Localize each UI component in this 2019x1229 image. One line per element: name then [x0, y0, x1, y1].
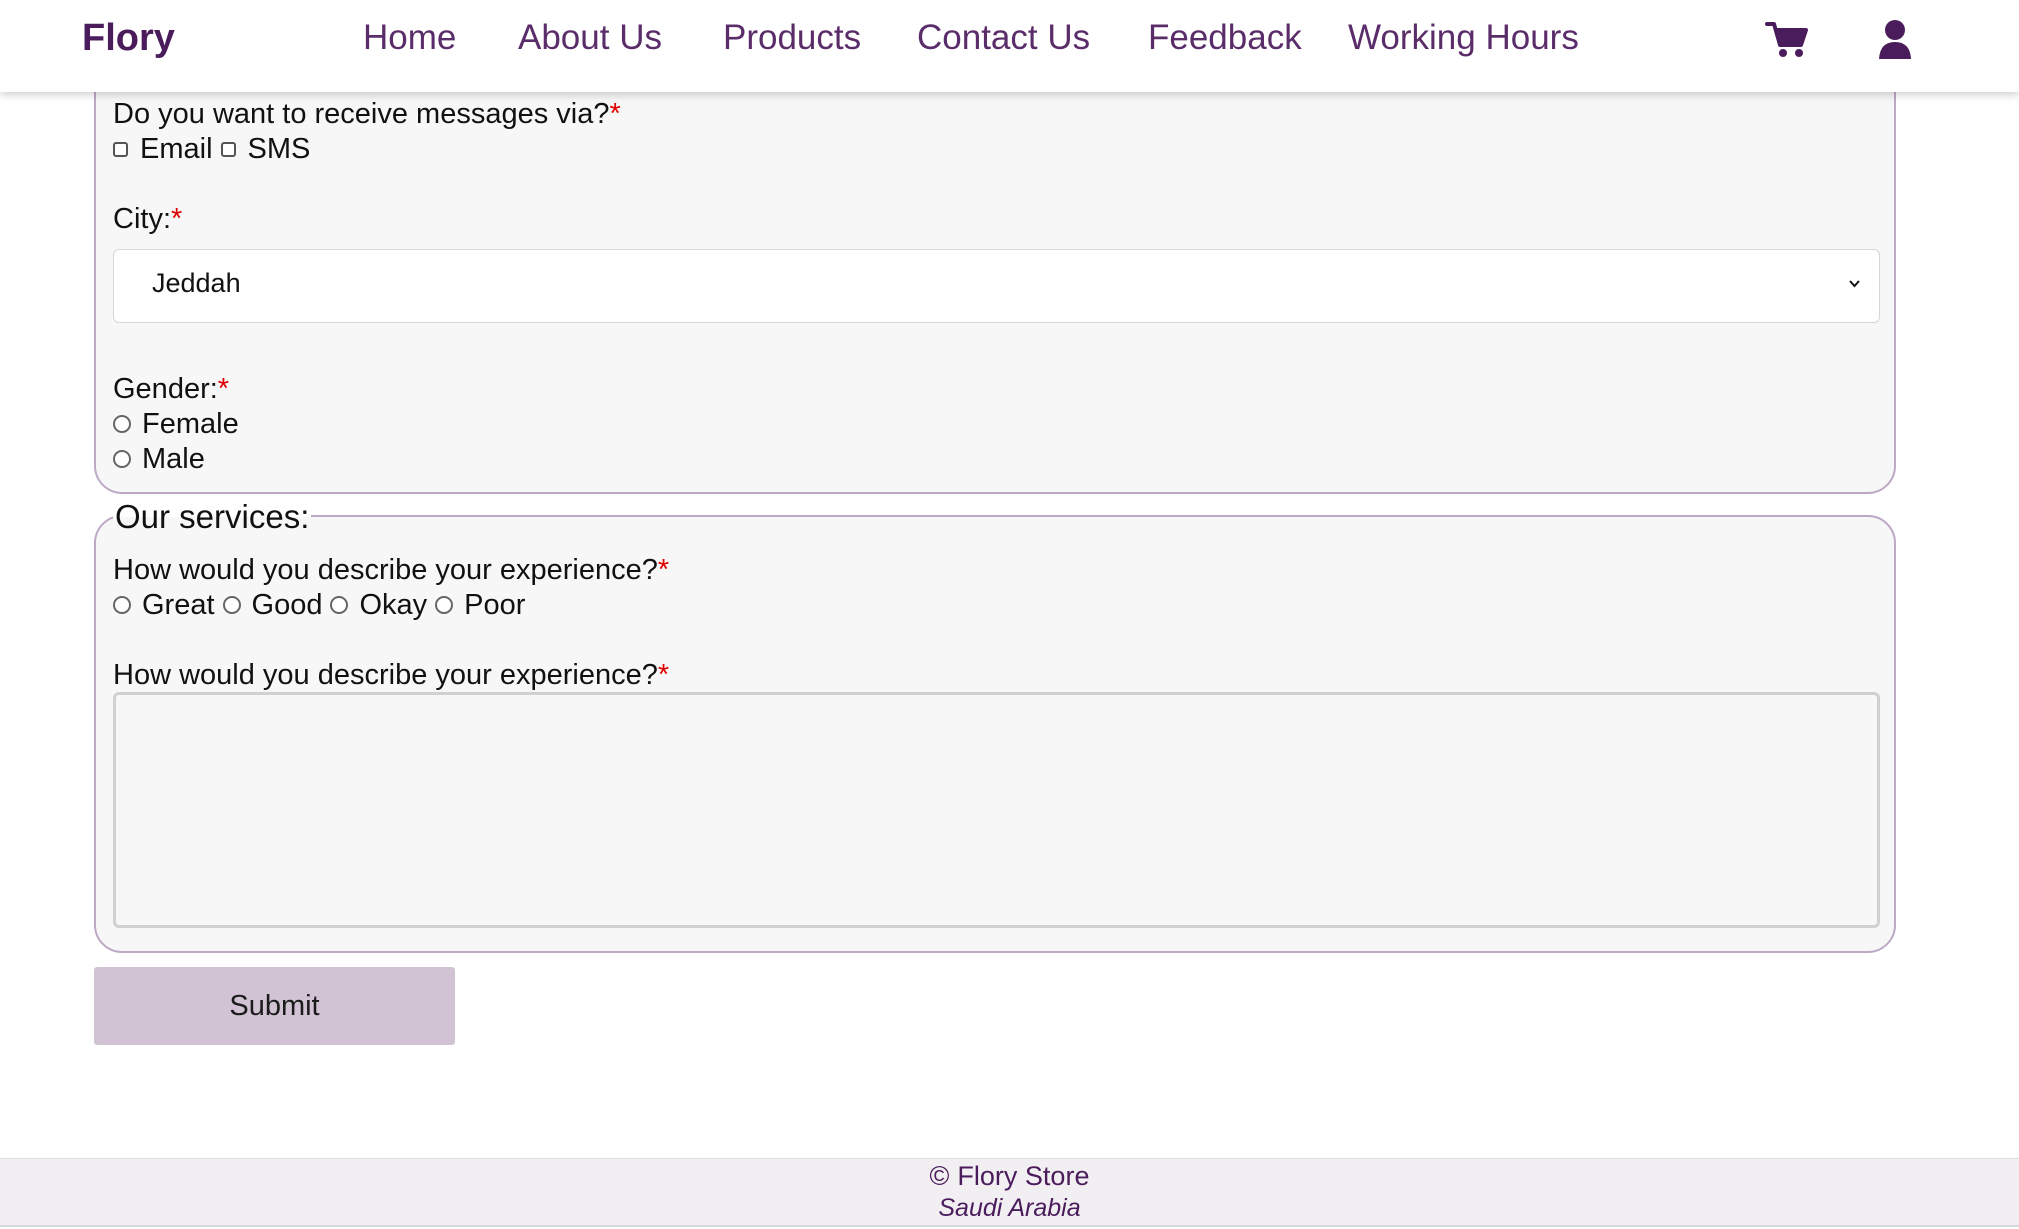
required-marker: * [217, 373, 230, 405]
required-marker: * [609, 98, 621, 130]
great-option-label: Great [142, 588, 215, 621]
experience-textarea-text: How would you describe your experience? [113, 659, 658, 691]
poor-option-label: Poor [464, 588, 526, 621]
chevron-down-icon [1848, 277, 1861, 290]
city-label: City:* [113, 201, 182, 237]
nav-contact-us-link[interactable]: Contact Us [917, 18, 1090, 58]
messages-question-text: Do you want to receive messages via? [113, 98, 610, 130]
gender-label-text: Gender: [113, 373, 218, 405]
experience-textarea[interactable] [113, 692, 1880, 928]
sms-checkbox[interactable] [220, 141, 236, 157]
gender-label: Gender:* [113, 371, 229, 407]
good-option-label: Good [251, 588, 323, 621]
poor-option[interactable]: Poor [435, 589, 525, 622]
footer-copyright: © Flory Store [0, 1161, 2019, 1192]
experience-textarea-label: How would you describe your experience?* [113, 657, 669, 693]
required-marker: * [171, 203, 183, 235]
city-selected-value: Jeddah [152, 268, 241, 298]
nav-feedback-link[interactable]: Feedback [1148, 18, 1302, 58]
good-radio[interactable] [222, 596, 241, 614]
copyright-symbol: © [929, 1161, 950, 1191]
experience-question-label: How would you describe your experience?* [113, 552, 669, 588]
great-radio[interactable] [113, 596, 131, 614]
okay-option[interactable]: Okay [330, 589, 427, 622]
required-marker: * [657, 659, 670, 691]
site-footer: © Flory Store Saudi Arabia [0, 1158, 2019, 1227]
experience-question-text: How would you describe your experience? [113, 554, 658, 586]
sms-option[interactable]: SMS [220, 132, 311, 166]
feedback-page: Flory Home About Us Products Contact Us … [0, 0, 2019, 1229]
brand-logo[interactable]: Flory [82, 17, 175, 60]
female-option[interactable]: Female [113, 408, 239, 441]
submit-button[interactable]: Submit [94, 967, 455, 1045]
required-marker: * [657, 554, 670, 586]
messages-question-label: Do you want to receive messages via?* [113, 96, 621, 132]
female-option-label: Female [142, 407, 239, 440]
female-option-row: Female [113, 406, 247, 442]
shopping-cart-icon[interactable] [1764, 17, 1810, 63]
city-label-text: City: [113, 203, 171, 235]
services-legend: Our services: [113, 495, 312, 539]
footer-location: Saudi Arabia [938, 1194, 1081, 1222]
okay-option-label: Okay [359, 588, 428, 621]
footer-store-name: Flory Store [957, 1161, 1090, 1191]
poor-radio[interactable] [435, 596, 454, 614]
female-radio[interactable] [113, 415, 131, 433]
experience-options: Great Good Okay Poor [113, 587, 533, 623]
email-option-label: Email [140, 132, 213, 165]
male-option[interactable]: Male [113, 443, 205, 476]
male-option-label: Male [142, 442, 205, 475]
messages-options: Email SMS [113, 131, 318, 167]
male-option-row: Male [113, 441, 213, 477]
user-icon[interactable] [1872, 17, 1918, 63]
sms-option-label: SMS [247, 132, 311, 165]
good-option[interactable]: Good [222, 588, 323, 622]
city-select[interactable]: Jeddah [113, 249, 1880, 323]
email-option[interactable]: Email [113, 133, 213, 166]
great-option[interactable]: Great [113, 589, 215, 622]
nav-products-link[interactable]: Products [723, 18, 861, 58]
okay-radio[interactable] [330, 596, 349, 614]
male-radio[interactable] [113, 450, 131, 468]
nav-working-hours-link[interactable]: Working Hours [1348, 18, 1579, 58]
top-navbar: Flory Home About Us Products Contact Us … [0, 0, 2019, 92]
nav-about-us-link[interactable]: About Us [518, 18, 662, 58]
nav-home-link[interactable]: Home [363, 18, 456, 58]
email-checkbox[interactable] [113, 141, 128, 157]
